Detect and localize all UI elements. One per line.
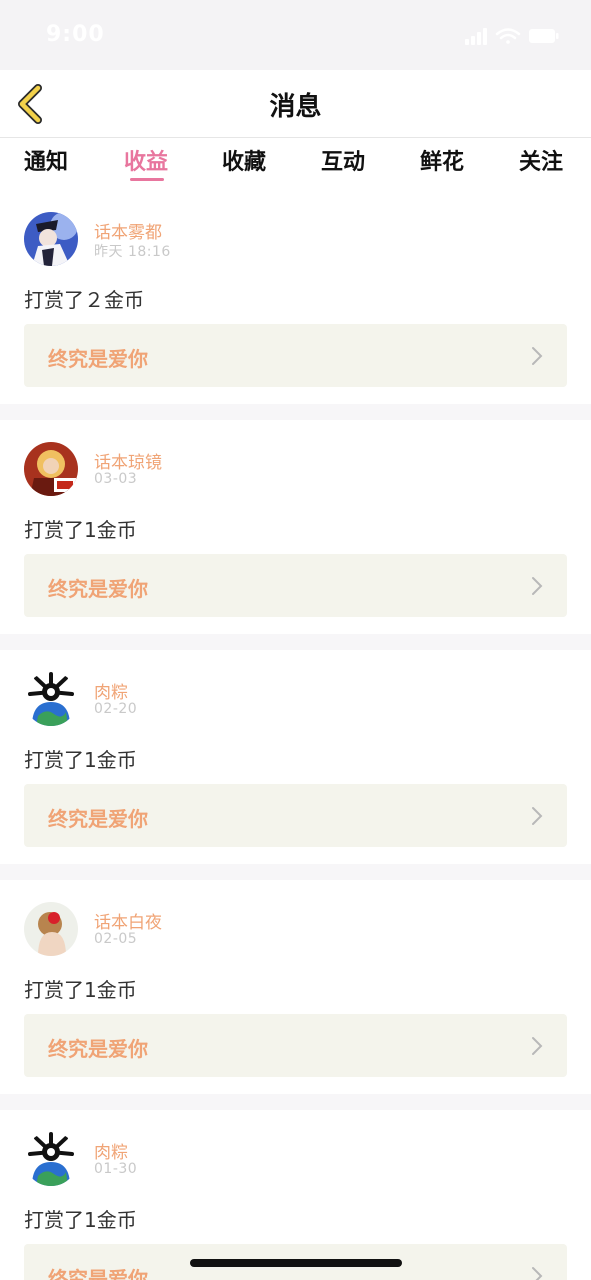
message-card: 肉粽 01-30 打赏了1金币 终究是爱你 xyxy=(0,1110,591,1280)
battery-icon xyxy=(529,29,559,43)
avatar[interactable] xyxy=(24,672,78,726)
story-title: 终究是爱你 xyxy=(48,577,148,601)
username[interactable]: 肉粽 xyxy=(94,678,128,703)
status-icons xyxy=(465,26,561,46)
username[interactable]: 肉粽 xyxy=(94,1138,128,1163)
wifi-icon xyxy=(495,28,521,44)
timestamp: 03-03 xyxy=(94,471,138,487)
chevron-right-icon xyxy=(532,577,543,595)
message-text: 打赏了1金币 xyxy=(24,518,137,542)
timestamp: 02-05 xyxy=(94,931,138,947)
timestamp: 02-20 xyxy=(94,701,138,717)
signal-icon xyxy=(465,28,487,45)
tab-bar: 通知 收益 收藏 互动 鲜花 关注 xyxy=(0,138,591,190)
status-bar: 9:00 xyxy=(0,0,591,70)
username[interactable]: 话本雾都 xyxy=(94,218,162,243)
chevron-right-icon xyxy=(532,1037,543,1055)
tab-notifications[interactable]: 通知 xyxy=(24,144,68,176)
nav-bar: 消息 xyxy=(0,70,591,138)
chevron-right-icon xyxy=(532,807,543,825)
story-title: 终究是爱你 xyxy=(48,347,148,371)
story-title: 终究是爱你 xyxy=(48,807,148,831)
story-link[interactable]: 终究是爱你 xyxy=(24,1014,567,1077)
story-link[interactable]: 终究是爱你 xyxy=(24,324,567,387)
timestamp: 01-30 xyxy=(94,1161,138,1177)
tab-following[interactable]: 关注 xyxy=(519,144,563,176)
message-text: 打赏了２金币 xyxy=(24,288,144,312)
tab-earnings[interactable]: 收益 xyxy=(124,144,168,176)
message-text: 打赏了1金币 xyxy=(24,1208,137,1232)
message-card: 话本雾都 昨天 18:16 打赏了２金币 终究是爱你 xyxy=(0,190,591,404)
story-link[interactable]: 终究是爱你 xyxy=(24,554,567,617)
page-title: 消息 xyxy=(269,92,322,122)
story-title: 终究是爱你 xyxy=(48,1037,148,1061)
avatar[interactable] xyxy=(24,442,78,496)
story-title: 终究是爱你 xyxy=(48,1267,148,1280)
avatar[interactable] xyxy=(24,902,78,956)
chevron-right-icon xyxy=(532,1267,543,1280)
message-card: 话本白夜 02-05 打赏了1金币 终究是爱你 xyxy=(0,880,591,1094)
home-indicator[interactable] xyxy=(190,1259,402,1267)
username[interactable]: 话本琼镜 xyxy=(94,448,162,473)
active-tab-indicator xyxy=(130,178,164,181)
tab-favorites[interactable]: 收藏 xyxy=(222,144,266,176)
timestamp: 昨天 18:16 xyxy=(94,244,171,260)
avatar[interactable] xyxy=(24,212,78,266)
tab-flowers[interactable]: 鲜花 xyxy=(420,144,464,176)
message-card: 话本琼镜 03-03 打赏了1金币 终究是爱你 xyxy=(0,420,591,634)
chevron-right-icon xyxy=(532,347,543,365)
status-time: 9:00 xyxy=(46,22,105,47)
story-link[interactable]: 终究是爱你 xyxy=(24,784,567,847)
username[interactable]: 话本白夜 xyxy=(94,908,162,933)
message-card: 肉粽 02-20 打赏了1金币 终究是爱你 xyxy=(0,650,591,864)
message-text: 打赏了1金币 xyxy=(24,978,137,1002)
message-text: 打赏了1金币 xyxy=(24,748,137,772)
avatar[interactable] xyxy=(24,1132,78,1186)
tab-interactions[interactable]: 互动 xyxy=(321,144,365,176)
